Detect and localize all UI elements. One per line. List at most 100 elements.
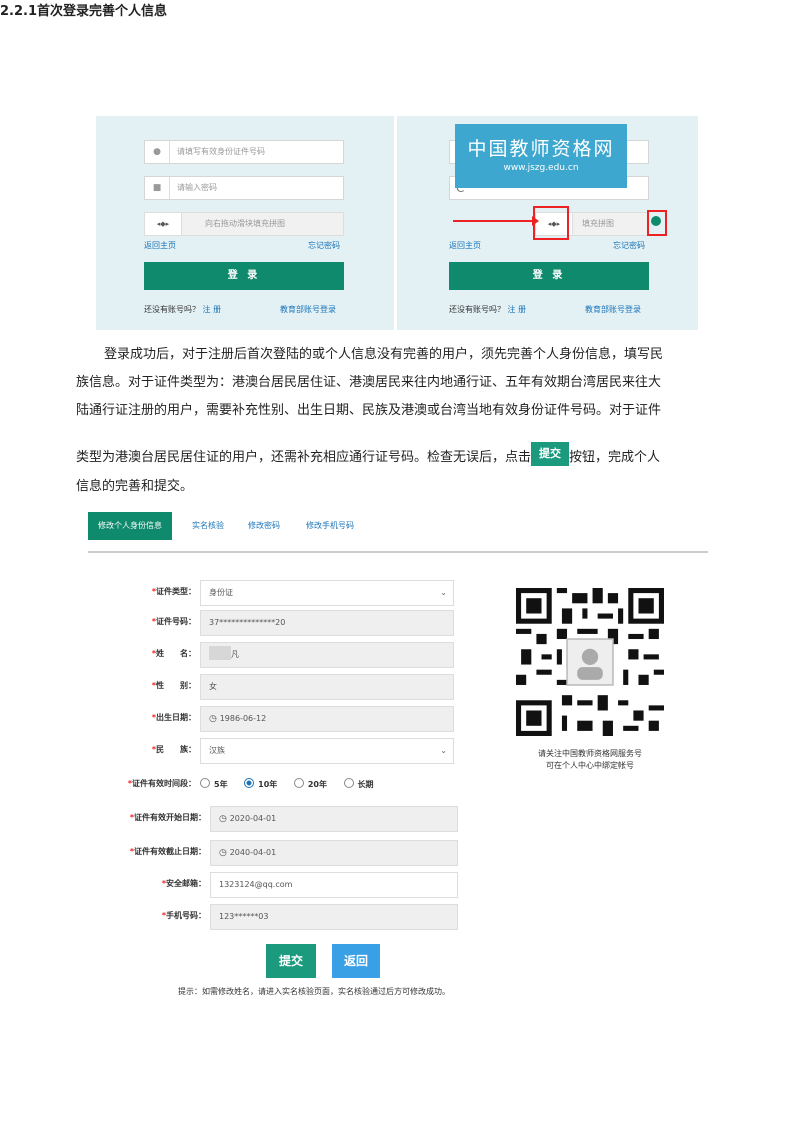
email-label: *安全邮箱： bbox=[161, 879, 206, 888]
login-screenshot-left: ● 请填写有效身份证件号码 ■ 请输入密码 ◂◆▸ 向右拖动滑块填充拼图 返回主… bbox=[96, 116, 394, 330]
edu-login-link[interactable]: 教育部账号登录 bbox=[280, 304, 336, 315]
start-date-label: *证件有效开始日期： bbox=[129, 813, 206, 822]
radio-5y[interactable]: 5年 bbox=[200, 778, 228, 789]
qr-caption: 请关注中国教师资格网服务号 可在个人中心中绑定帐号 bbox=[490, 748, 690, 772]
login-button[interactable]: 登 录 bbox=[144, 262, 344, 290]
birth-label: *出生日期： bbox=[151, 713, 196, 722]
id-type-select[interactable]: 身份证 ⌄ bbox=[200, 580, 454, 606]
qr-caption-line: 请关注中国教师资格网服务号 bbox=[538, 749, 642, 758]
radio-icon bbox=[343, 778, 354, 788]
slider-text: 填充拼图 bbox=[582, 219, 614, 228]
label-text: 证件有效截止日期： bbox=[134, 847, 206, 856]
end-date-label: *证件有效截止日期： bbox=[129, 847, 206, 856]
label-text: 姓 名： bbox=[156, 649, 196, 658]
chevron-down-icon: ⌄ bbox=[440, 746, 447, 755]
no-account-text: 还没有账号吗？ bbox=[449, 305, 505, 314]
back-home-link[interactable]: 返回主页 bbox=[144, 240, 176, 251]
radio-label: 长期 bbox=[357, 780, 374, 789]
id-no-input[interactable]: 37**************20 bbox=[200, 610, 454, 636]
label-text: 证件类型： bbox=[156, 587, 196, 596]
radio-selected-icon bbox=[244, 778, 255, 788]
paragraph-line: 信息的完善和提交。 bbox=[76, 479, 194, 494]
tab-edit-identity[interactable]: 修改个人身份信息 bbox=[88, 512, 172, 540]
red-arrow-annotation bbox=[453, 216, 539, 226]
select-value: 汉族 bbox=[209, 746, 225, 755]
end-date-value: 2040-04-01 bbox=[229, 848, 277, 857]
id-type-label: *证件类型： bbox=[151, 587, 196, 596]
name-input[interactable]: 凡 bbox=[200, 642, 454, 668]
check-icon bbox=[651, 216, 661, 226]
label-text: 证件号码： bbox=[156, 617, 196, 626]
tab-change-phone[interactable]: 修改手机号码 bbox=[306, 512, 354, 540]
end-date-input[interactable]: ◷ 2040-04-01 bbox=[210, 840, 458, 866]
form-tip: 提示：如需修改姓名，请进入实名核验页面，实名核验通过后方可修改成功。 bbox=[178, 987, 450, 996]
qr-caption-line: 可在个人中心中绑定帐号 bbox=[546, 761, 634, 770]
paragraph-text: 类型为港澳台居民居住证的用户，还需补充相应通行证号码。检查无误后，点击 bbox=[76, 450, 532, 465]
clock-icon: ◷ bbox=[219, 814, 230, 824]
profile-tabs: 修改个人身份信息 实名核验 修改密码 修改手机号码 bbox=[88, 512, 708, 552]
user-icon: ● bbox=[145, 141, 170, 163]
paragraph-line: 陆通行证注册的用户，需要补充性别、出生日期、民族及港澳或台湾当地有效身份证件号码… bbox=[76, 403, 662, 418]
password-field[interactable]: ■ 请输入密码 bbox=[144, 176, 344, 200]
paragraph-text: 按钮，完成个人 bbox=[569, 450, 661, 465]
register-prompt: 还没有账号吗？ 注 册 bbox=[449, 304, 526, 315]
back-button[interactable]: 返回 bbox=[332, 944, 380, 978]
inline-submit-button-image: 提交 bbox=[531, 442, 570, 466]
radio-label: 20年 bbox=[307, 780, 327, 789]
birth-input[interactable]: ◷ 1986-06-12 bbox=[200, 706, 454, 732]
site-logo: 中国教师资格网 www.jszg.edu.cn bbox=[455, 124, 627, 188]
phone-label: *手机号码： bbox=[161, 911, 206, 920]
register-link[interactable]: 注 册 bbox=[508, 305, 527, 314]
clock-icon: ◷ bbox=[219, 848, 230, 858]
chevron-down-icon: ⌄ bbox=[440, 588, 447, 597]
radio-10y[interactable]: 10年 bbox=[244, 778, 277, 789]
start-date-input[interactable]: ◷ 2020-04-01 bbox=[210, 806, 458, 832]
slider-knob[interactable]: ◂◆▸ bbox=[145, 213, 182, 235]
paragraph-line: 族信息。对于证件类型为：港澳台居民居住证、港澳居民来往内地通行证、五年有效期台湾… bbox=[76, 375, 662, 390]
label-text: 民 族： bbox=[156, 745, 196, 754]
radio-long-term[interactable]: 长期 bbox=[343, 778, 374, 789]
radio-20y[interactable]: 20年 bbox=[293, 778, 327, 789]
gender-label: *性 别： bbox=[151, 681, 196, 690]
blurred-name bbox=[209, 646, 231, 660]
label-text: 出生日期： bbox=[156, 713, 196, 722]
paragraph-line: 登录成功后，对于注册后首次登陆的或个人信息没有完善的用户，须先完善个人身份信息，… bbox=[104, 347, 664, 362]
back-home-link[interactable]: 返回主页 bbox=[449, 240, 481, 251]
select-value: 身份证 bbox=[209, 588, 233, 597]
register-prompt: 还没有账号吗？ 注 册 bbox=[144, 304, 221, 315]
id-field[interactable]: ● 请填写有效身份证件号码 bbox=[144, 140, 344, 164]
label-text: 证件有效时间段： bbox=[132, 779, 196, 788]
qr-code-image bbox=[516, 588, 664, 736]
password-placeholder: 请输入密码 bbox=[177, 183, 217, 192]
label-text: 安全邮箱： bbox=[166, 879, 206, 888]
tab-change-password[interactable]: 修改密码 bbox=[248, 512, 280, 540]
name-label: *姓 名： bbox=[151, 649, 196, 658]
knob-highlight-box bbox=[533, 206, 569, 240]
submit-button[interactable]: 提交 bbox=[266, 944, 316, 978]
login-screenshot-right: C 中国教师资格网 www.jszg.edu.cn ◂◆▸ 填充拼图 返回主页 … bbox=[397, 116, 698, 330]
label-text: 证件有效开始日期： bbox=[134, 813, 206, 822]
lock-icon: ■ bbox=[145, 177, 170, 199]
id-placeholder: 请填写有效身份证件号码 bbox=[177, 147, 265, 156]
register-link[interactable]: 注 册 bbox=[203, 305, 222, 314]
forgot-password-link[interactable]: 忘记密码 bbox=[308, 240, 340, 251]
radio-icon bbox=[293, 778, 304, 788]
captcha-slider[interactable]: ◂◆▸ 向右拖动滑块填充拼图 bbox=[144, 212, 344, 236]
email-input[interactable]: 1323124@qq.com bbox=[210, 872, 458, 898]
tab-real-name[interactable]: 实名核验 bbox=[192, 512, 224, 540]
ethnic-select[interactable]: 汉族 ⌄ bbox=[200, 738, 454, 764]
edu-login-link[interactable]: 教育部账号登录 bbox=[585, 304, 641, 315]
label-text: 手机号码： bbox=[166, 911, 206, 920]
paragraph-line: 类型为港澳台居民居住证的用户，还需补充相应通行证号码。检查无误后，点击 提交 按钮，… bbox=[76, 442, 660, 471]
name-value: 凡 bbox=[231, 650, 239, 659]
label-text: 性 别： bbox=[156, 681, 196, 690]
login-button[interactable]: 登 录 bbox=[449, 262, 649, 290]
forgot-password-link[interactable]: 忘记密码 bbox=[613, 240, 645, 251]
id-no-label: *证件号码： bbox=[151, 617, 196, 626]
phone-input[interactable]: 123******03 bbox=[210, 904, 458, 930]
radio-label: 5年 bbox=[214, 780, 228, 789]
logo-text: 中国教师资格网 bbox=[467, 138, 615, 160]
slider-text: 向右拖动滑块填充拼图 bbox=[205, 219, 285, 228]
gender-input[interactable]: 女 bbox=[200, 674, 454, 700]
validity-radio-group: 5年 10年 20年 长期 bbox=[200, 778, 388, 790]
